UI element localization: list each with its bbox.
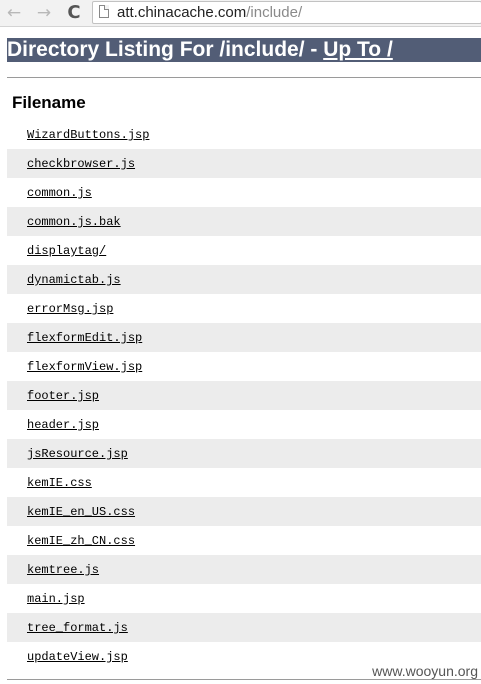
divider-top bbox=[7, 77, 481, 78]
list-item: kemIE_en_US.css bbox=[7, 497, 481, 526]
url-path: /include/ bbox=[246, 4, 303, 21]
up-to-root-link[interactable]: Up To / bbox=[323, 38, 393, 61]
file-link[interactable]: main.jsp bbox=[27, 592, 85, 606]
file-link[interactable]: checkbrowser.js bbox=[27, 157, 135, 171]
file-link[interactable]: tree_format.js bbox=[27, 621, 128, 635]
list-item: displaytag/ bbox=[7, 236, 481, 265]
file-link[interactable]: flexformEdit.jsp bbox=[27, 331, 142, 345]
browser-toolbar: ← → C att.chinacache.com/include/ bbox=[0, 0, 481, 27]
file-link[interactable]: footer.jsp bbox=[27, 389, 99, 403]
file-link[interactable]: displaytag/ bbox=[27, 244, 106, 258]
list-item: flexformEdit.jsp bbox=[7, 323, 481, 352]
file-link[interactable]: updateView.jsp bbox=[27, 650, 128, 664]
file-link[interactable]: flexformView.jsp bbox=[27, 360, 142, 374]
file-link[interactable]: header.jsp bbox=[27, 418, 99, 432]
list-item: jsResource.jsp bbox=[7, 439, 481, 468]
page-title-text: Directory Listing For /include/ - bbox=[7, 38, 324, 61]
list-item: footer.jsp bbox=[7, 381, 481, 410]
list-item: kemtree.js bbox=[7, 555, 481, 584]
watermark: www.wooyun.org bbox=[372, 663, 478, 679]
address-url[interactable]: att.chinacache.com/include/ bbox=[117, 3, 302, 22]
file-link[interactable]: dynamictab.js bbox=[27, 273, 121, 287]
list-item: checkbrowser.js bbox=[7, 149, 481, 178]
url-host: att.chinacache.com bbox=[117, 4, 247, 21]
list-item: tree_format.js bbox=[7, 613, 481, 642]
file-link[interactable]: jsResource.jsp bbox=[27, 447, 128, 461]
address-bar[interactable]: att.chinacache.com/include/ bbox=[92, 1, 481, 24]
file-link[interactable]: errorMsg.jsp bbox=[27, 302, 113, 316]
list-item: main.jsp bbox=[7, 584, 481, 613]
file-link[interactable]: common.js bbox=[27, 186, 92, 200]
file-link[interactable]: kemIE.css bbox=[27, 476, 92, 490]
list-item: common.js bbox=[7, 178, 481, 207]
page-title: Directory Listing For /include/ - Up To … bbox=[7, 38, 481, 62]
file-link[interactable]: WizardButtons.jsp bbox=[27, 128, 149, 142]
list-item: errorMsg.jsp bbox=[7, 294, 481, 323]
file-link[interactable]: kemIE_en_US.css bbox=[27, 505, 135, 519]
page-icon bbox=[99, 5, 109, 18]
list-item: kemIE.css bbox=[7, 468, 481, 497]
list-item: header.jsp bbox=[7, 410, 481, 439]
file-list: WizardButtons.jsp checkbrowser.js common.j… bbox=[7, 120, 481, 671]
divider-bottom bbox=[7, 679, 481, 680]
filename-column-header: Filename bbox=[12, 93, 86, 112]
list-item: flexformView.jsp bbox=[7, 352, 481, 381]
list-item: WizardButtons.jsp bbox=[7, 120, 481, 149]
file-link[interactable]: kemIE_zh_CN.css bbox=[27, 534, 135, 548]
forward-arrow-icon[interactable]: → bbox=[34, 3, 54, 23]
file-link[interactable]: common.js.bak bbox=[27, 215, 121, 229]
list-item: common.js.bak bbox=[7, 207, 481, 236]
back-arrow-icon[interactable]: ← bbox=[4, 3, 24, 23]
list-item: kemIE_zh_CN.css bbox=[7, 526, 481, 555]
list-item: dynamictab.js bbox=[7, 265, 481, 294]
file-link[interactable]: kemtree.js bbox=[27, 563, 99, 577]
reload-icon[interactable]: C bbox=[64, 3, 84, 23]
